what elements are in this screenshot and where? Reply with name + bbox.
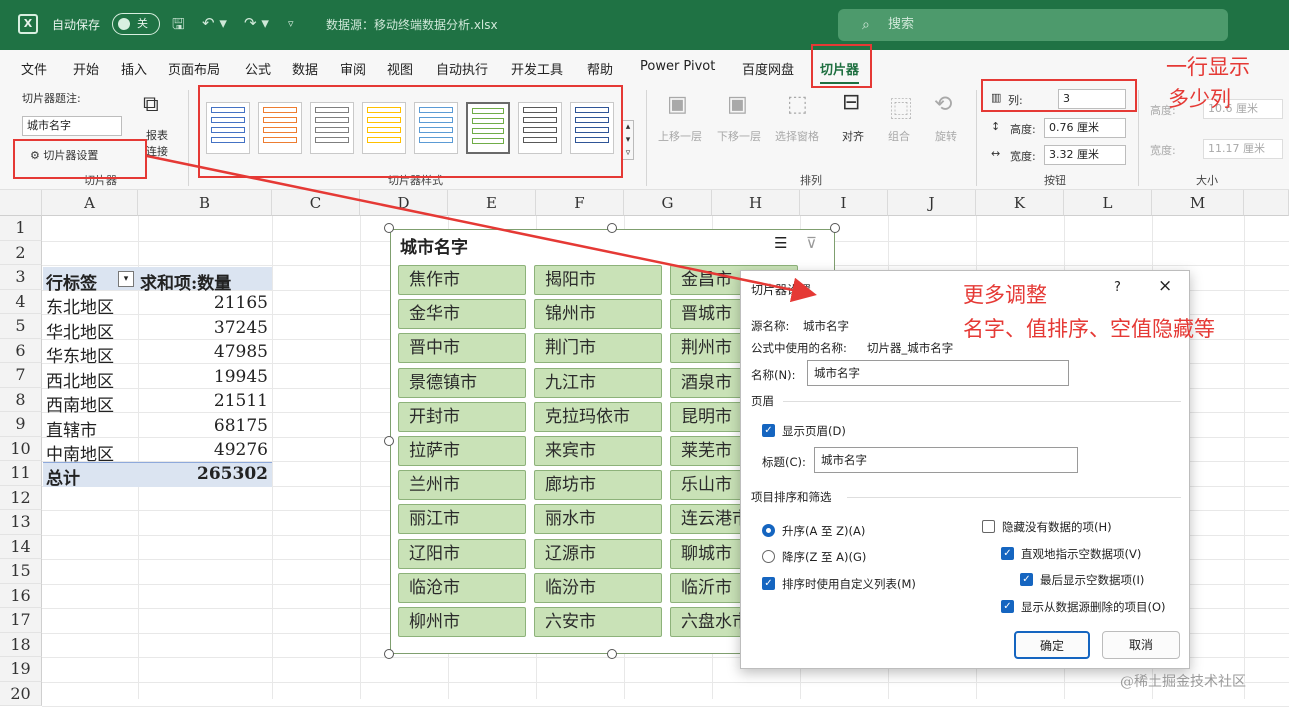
- annotation-arrow: [146, 154, 817, 303]
- columns-annotation-line-1: 一行显示: [1166, 55, 1250, 79]
- dialog-annotation-line-2: 名字、值排序、空值隐藏等: [963, 317, 1215, 341]
- watermark: @稀土掘金技术社区: [1120, 674, 1246, 690]
- columns-annotation-line-2: 多少列: [1168, 87, 1231, 111]
- dialog-annotation-line-1: 更多调整: [963, 283, 1047, 307]
